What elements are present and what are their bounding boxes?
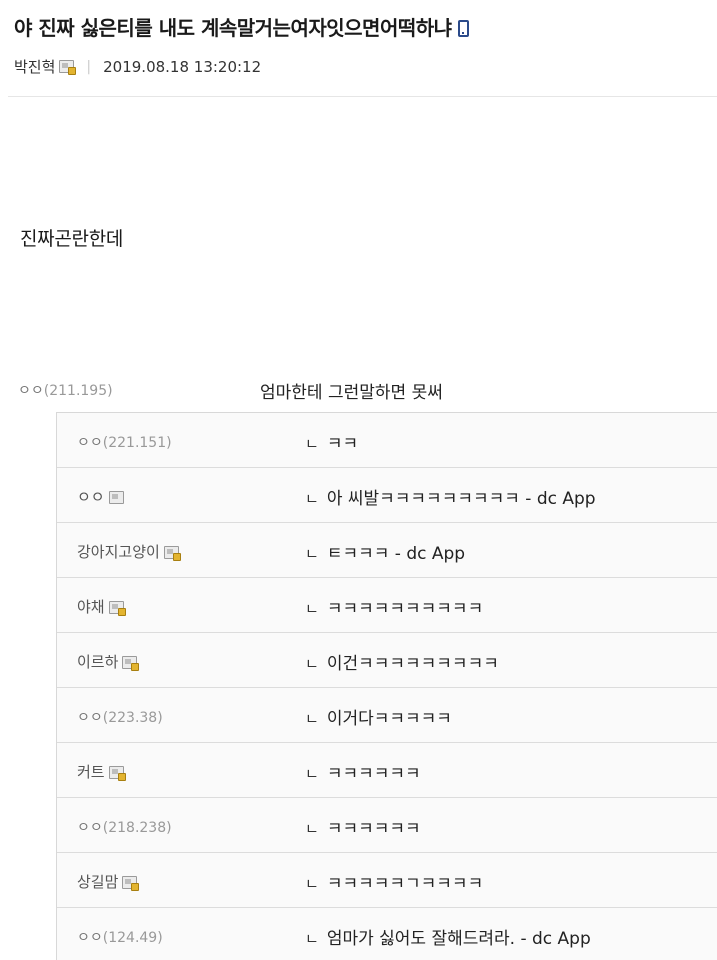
- reply-text: ㄴ 아 씨발ㅋㅋㅋㅋㅋㅋㅋㅋㅋ - dc App: [305, 484, 596, 509]
- reply-nick-name: 강아지고양이: [77, 543, 160, 561]
- reply-text-body: ㅋㅋㅋㅋㅋㅋ: [326, 764, 421, 784]
- reply-row: 커트 ㄴㅋㅋㅋㅋㅋㅋ: [57, 743, 717, 798]
- reply-row: 야채 ㄴㅋㅋㅋㅋㅋㅋㅋㅋㅋㅋ: [57, 578, 717, 633]
- reply-nick[interactable]: ㅇㅇ(218.238): [77, 817, 172, 837]
- reply-nick-name: ㅇㅇ: [77, 820, 103, 836]
- reply-row: ㅇㅇ(221.151) ㄴㅋㅋ: [57, 413, 717, 468]
- reply-text-body: ㅋㅋㅋㅋㅋㅋ: [326, 819, 421, 839]
- reply-mark: ㄴ: [305, 875, 319, 893]
- reply-mark: ㄴ: [305, 435, 319, 453]
- reply-nick-ip: (218.238): [102, 820, 172, 836]
- post-title: 야 진짜 싫은티를 내도 계속말거는여자잇으면어떡하냐: [14, 12, 469, 41]
- reply-nick[interactable]: 상길맘: [77, 871, 140, 892]
- reply-nick[interactable]: 야채: [77, 596, 126, 617]
- post-meta: 박진혁 | 2019.08.18 13:20:12: [14, 56, 261, 77]
- reply-text-body: ㅌㅋㅋㅋ - dc App: [326, 544, 466, 564]
- reply-nick[interactable]: ㅇㅇ(124.49): [77, 927, 163, 947]
- reply-nick[interactable]: ㅇㅇ(221.151): [77, 432, 172, 452]
- reply-list: ㅇㅇ(221.151) ㄴㅋㅋ ㅇㅇㄴ 아 씨발ㅋㅋㅋㅋㅋㅋㅋㅋㅋ - dc App 강…: [56, 412, 717, 960]
- reply-text: ㄴㅋㅋㅋㅋㅋㅋ: [305, 759, 421, 784]
- reply-mark: ㄴ: [305, 655, 319, 673]
- post-datetime: 2019.08.18 13:20:12: [103, 57, 262, 76]
- reply-row: ㅇㅇ(124.49) ㄴ 엄마가 싫어도 잘해드려라. - dc App: [57, 908, 717, 960]
- reply-mark: ㄴ: [305, 820, 319, 838]
- reply-nick-ip: (221.151): [102, 435, 172, 451]
- comment-text: 엄마한테 그런말하면 못써: [260, 383, 443, 403]
- post-title-text: 야 진짜 싫은티를 내도 계속말거는여자잇으면어떡하냐: [14, 16, 452, 40]
- reply-text: ㄴㅋㅋㅋㅋㅋㅋㅋㅋㅋㅋ: [305, 594, 483, 619]
- reply-text: ㄴㅌㅋㅋㅋ - dc App: [305, 539, 465, 564]
- reply-text: ㄴ 이건ㅋㅋㅋㅋㅋㅋㅋㅋㅋ: [305, 649, 499, 674]
- gallog-icon[interactable]: [122, 656, 140, 671]
- reply-row: ㅇㅇ(218.238) ㄴㅋㅋㅋㅋㅋㅋ: [57, 798, 717, 853]
- reply-nick[interactable]: 이르하: [77, 651, 140, 672]
- reply-nick-name: ㅇㅇ: [77, 488, 105, 506]
- gallog-icon[interactable]: [108, 601, 126, 616]
- reply-text-body: 이건ㅋㅋㅋㅋㅋㅋㅋㅋㅋ: [326, 654, 499, 674]
- comment-nick-ip: (211.195): [43, 383, 113, 399]
- reply-nick-name: 이르하: [77, 653, 119, 671]
- gallog-icon[interactable]: [163, 546, 181, 561]
- reply-text-body: 이거다ㅋㅋㅋㅋㅋ: [326, 709, 452, 729]
- reply-text-body: 엄마가 싫어도 잘해드려라. - dc App: [326, 929, 591, 949]
- reply-mark: ㄴ: [305, 545, 319, 563]
- reply-text-body: ㅋㅋㅋㅋㅋㅋㅋㅋㅋㅋ: [326, 599, 484, 619]
- reply-nick-name: ㅇㅇ: [77, 930, 103, 946]
- reply-nick-name: ㅇㅇ: [77, 435, 103, 451]
- post-author[interactable]: 박진혁: [14, 56, 55, 77]
- post-body: 진짜곤란한데: [20, 228, 124, 250]
- reply-nick-ip: (223.38): [102, 710, 163, 726]
- reply-row: ㅇㅇ ㄴ 아 씨발ㅋㅋㅋㅋㅋㅋㅋㅋㅋ - dc App: [57, 468, 717, 523]
- reply-text: ㄴㅋㅋ: [305, 429, 358, 454]
- reply-text-body: 아 씨발ㅋㅋㅋㅋㅋㅋㅋㅋㅋ - dc App: [326, 489, 596, 509]
- reply-text-body: ㅋㅋ: [326, 434, 359, 454]
- reply-text: ㄴ 이거다ㅋㅋㅋㅋㅋ: [305, 704, 452, 729]
- comment-nick[interactable]: ㅇㅇ(211.195): [18, 380, 113, 400]
- reply-row: 강아지고양이 ㄴㅌㅋㅋㅋ - dc App: [57, 523, 717, 578]
- reply-mark: ㄴ: [305, 710, 319, 728]
- reply-mark: ㄴ: [305, 765, 319, 783]
- reply-mark: ㄴ: [305, 490, 319, 508]
- reply-mark: ㄴ: [305, 930, 319, 948]
- post-header: 야 진짜 싫은티를 내도 계속말거는여자잇으면어떡하냐 박진혁 | 2019.0…: [0, 0, 717, 98]
- reply-nick[interactable]: 강아지고양이: [77, 541, 181, 562]
- reply-mark: ㄴ: [305, 600, 319, 618]
- header-divider: [8, 96, 717, 97]
- reply-row: 상길맘 ㄴㅋㅋㅋㅋㅋㄱㅋㅋㅋㅋ: [57, 853, 717, 908]
- reply-nick[interactable]: ㅇㅇ: [77, 486, 124, 507]
- reply-text-body: ㅋㅋㅋㅋㅋㄱㅋㅋㅋㅋ: [326, 874, 484, 894]
- mobile-phone-icon: [457, 20, 469, 37]
- reply-row: 이르하 ㄴ 이건ㅋㅋㅋㅋㅋㅋㅋㅋㅋ: [57, 633, 717, 688]
- reply-row: ㅇㅇ(223.38) ㄴ 이거다ㅋㅋㅋㅋㅋ: [57, 688, 717, 743]
- comment-nick-name: ㅇㅇ: [18, 383, 44, 399]
- gallog-icon[interactable]: [108, 491, 124, 504]
- reply-nick-name: 커트: [77, 763, 105, 781]
- reply-nick[interactable]: 커트: [77, 761, 126, 782]
- reply-text: ㄴ 엄마가 싫어도 잘해드려라. - dc App: [305, 924, 591, 949]
- gallog-icon[interactable]: [59, 60, 77, 75]
- meta-separator: |: [86, 58, 92, 75]
- reply-nick[interactable]: ㅇㅇ(223.38): [77, 707, 163, 727]
- reply-nick-ip: (124.49): [102, 930, 163, 946]
- reply-nick-name: ㅇㅇ: [77, 710, 103, 726]
- gallog-icon[interactable]: [108, 766, 126, 781]
- gallog-icon[interactable]: [122, 876, 140, 891]
- reply-text: ㄴㅋㅋㅋㅋㅋㄱㅋㅋㅋㅋ: [305, 869, 483, 894]
- reply-nick-name: 야채: [77, 598, 105, 616]
- reply-text: ㄴㅋㅋㅋㅋㅋㅋ: [305, 814, 421, 839]
- comment-row: ㅇㅇ(211.195) 엄마한테 그런말하면 못써: [0, 372, 717, 412]
- reply-nick-name: 상길맘: [77, 873, 119, 891]
